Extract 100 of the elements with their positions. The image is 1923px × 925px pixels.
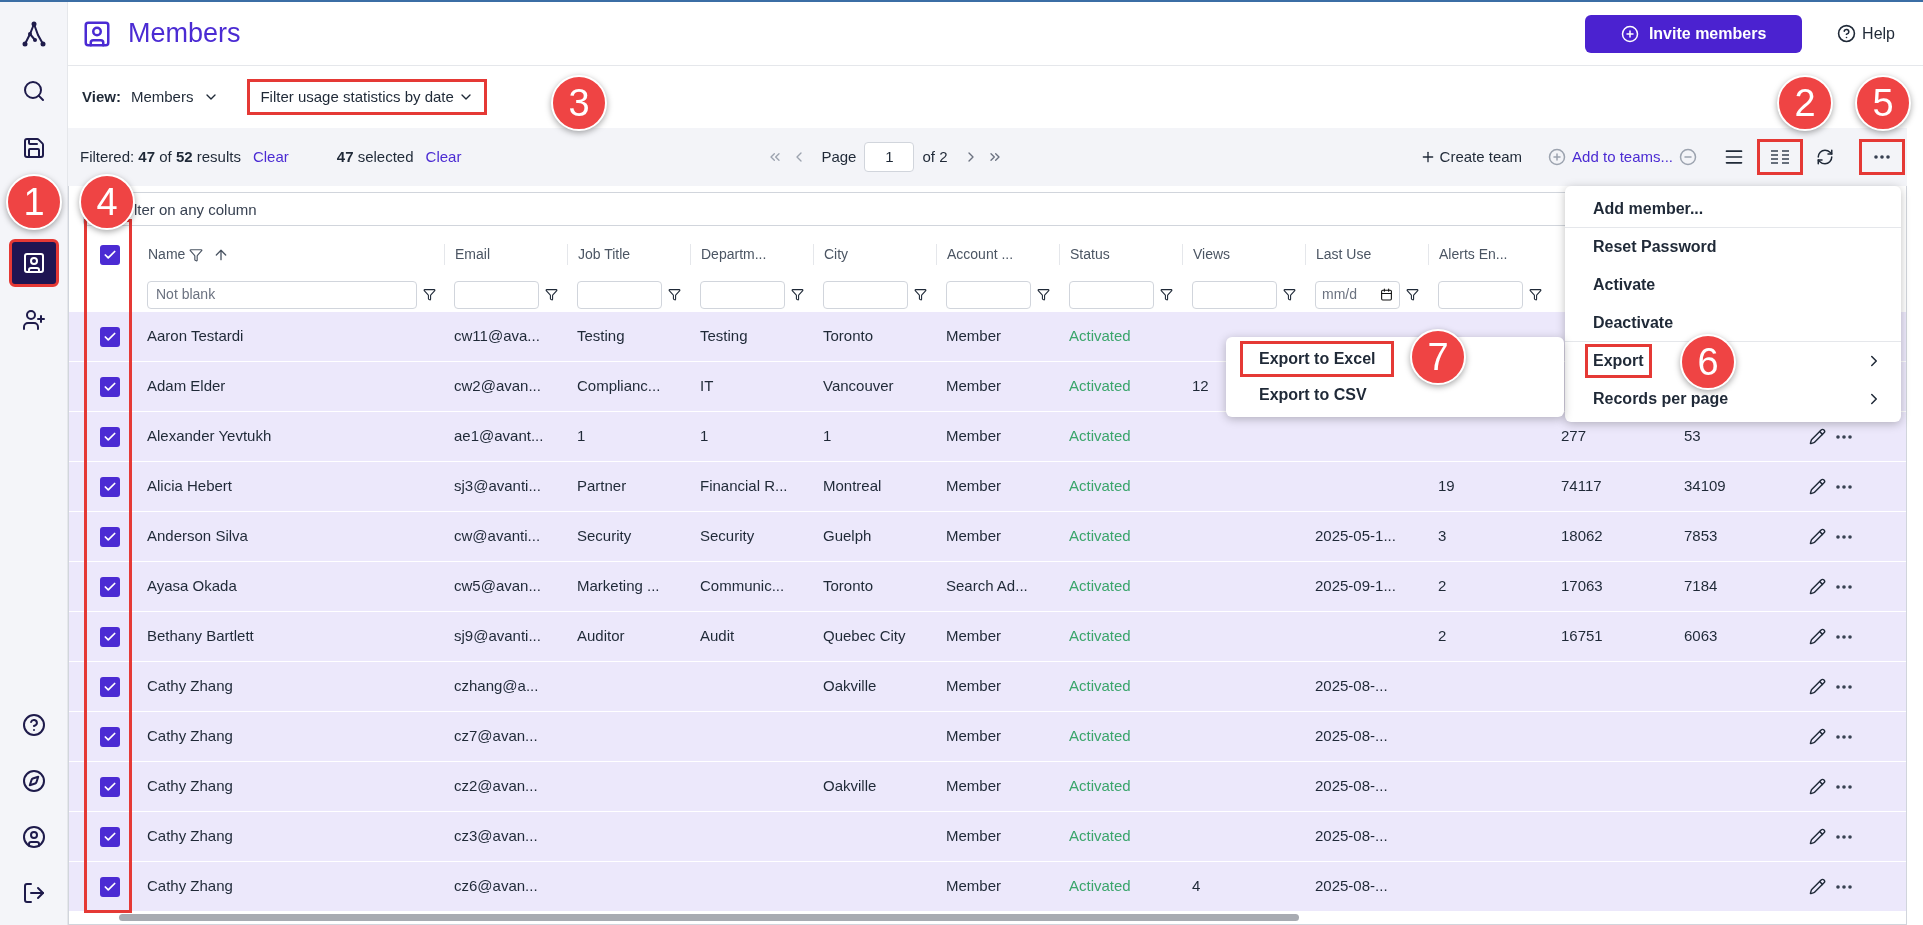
table-cell: Activated [1069, 677, 1131, 695]
column-filter-field[interactable] [1069, 280, 1154, 309]
edit-icon[interactable] [1809, 878, 1826, 895]
menu-item[interactable]: Add member... [1585, 191, 1712, 226]
column-filter-field[interactable] [577, 280, 662, 309]
checkbox[interactable] [100, 676, 120, 697]
checkbox[interactable] [100, 326, 120, 347]
checkbox[interactable] [100, 826, 120, 847]
column-filter-field[interactable]: Not blank [147, 280, 417, 309]
edit-icon[interactable] [1809, 828, 1826, 845]
table-cell: 1 [577, 427, 586, 445]
table-cell: Oakville [823, 777, 877, 795]
calendar-icon [1380, 288, 1393, 301]
edit-icon[interactable] [1809, 778, 1826, 795]
view-dropdown[interactable]: Members [130, 85, 220, 109]
edit-icon[interactable] [1809, 478, 1826, 495]
column-filter-field[interactable] [1192, 280, 1277, 309]
sidebar-item[interactable] [8, 239, 59, 287]
table-cell: Activated [1069, 327, 1131, 345]
edit-icon[interactable] [1809, 728, 1826, 745]
table-cell: Member [946, 677, 1001, 695]
edit-icon[interactable] [1809, 628, 1826, 645]
table-row[interactable]: Ayasa Okada cw5@avan... Marketing ... Communic... Toronto Search Ad... Activated 2025-09-1... 2 17063 7184 [69, 562, 1906, 612]
filter-icon [914, 288, 927, 301]
date-filter-field[interactable]: mm/d [1315, 280, 1400, 309]
column-header[interactable]: Job Title [578, 244, 631, 265]
table-cell: Member [946, 377, 1001, 395]
checkbox[interactable] [100, 726, 120, 747]
help-button[interactable]: Help [1837, 21, 1895, 46]
column-header[interactable]: Name [148, 244, 186, 265]
column-filter-field[interactable] [700, 280, 785, 309]
clear-link[interactable]: Clear [425, 145, 462, 169]
table-row[interactable]: Alexander Yevtukh ae1@avant... 1 1 1 Member Activated 277 53 [69, 412, 1906, 462]
more-icon [1836, 634, 1852, 639]
column-filter-field[interactable] [454, 280, 539, 309]
menu-item[interactable]: Export to CSV [1240, 377, 1386, 413]
filtered-count: Filtered: 47 of 52 results [80, 146, 241, 167]
page-input[interactable]: 1 [864, 142, 915, 172]
menu-item[interactable]: Activate [1585, 268, 1664, 302]
edit-icon[interactable] [1809, 678, 1826, 695]
filter-icon [791, 288, 804, 301]
column-header[interactable]: Alerts En... [1439, 244, 1508, 265]
checkbox[interactable] [100, 244, 120, 265]
table-row[interactable]: Cathy Zhang czhang@a... Oakville Member Activated 2025-08-... [69, 662, 1906, 712]
table-cell: Montreal [823, 477, 882, 495]
columns-button[interactable] [1757, 139, 1803, 175]
more-button[interactable] [1859, 139, 1905, 175]
table-cell: IT [700, 377, 714, 395]
edit-icon[interactable] [1809, 528, 1826, 545]
table-cell: Marketing ... [577, 577, 660, 595]
column-filter-field[interactable] [1438, 280, 1523, 309]
checkbox[interactable] [100, 776, 120, 797]
date-filter-dropdown[interactable]: Filter usage statistics by date [247, 79, 487, 115]
table-cell: Search Ad... [946, 577, 1028, 595]
clear-link[interactable]: Clear [252, 145, 289, 169]
column-header[interactable]: Last Use [1316, 244, 1372, 265]
table-cell: Aaron Testardi [147, 327, 244, 345]
table-cell: Member [946, 427, 1001, 445]
checkbox[interactable] [100, 426, 120, 447]
table-cell: 2025-08-... [1315, 677, 1388, 695]
filter-icon [1160, 288, 1173, 301]
checkbox[interactable] [100, 526, 120, 547]
table-cell: ae1@avant... [454, 427, 544, 445]
checkbox[interactable] [100, 576, 120, 597]
horizontal-scrollbar[interactable] [119, 914, 1299, 921]
table-row[interactable]: Cathy Zhang cz3@avan... Member Activated 2025-08-... [69, 812, 1906, 862]
minus-circle-icon [1679, 148, 1697, 166]
column-filter-field[interactable] [946, 280, 1031, 309]
column-header[interactable]: Email [455, 244, 490, 265]
table-row[interactable]: Anderson Silva cw@avanti... Security Security Guelph Member Activated 2025-05-1... 3 18062 7853 [69, 512, 1906, 562]
menu-item[interactable]: Export [1585, 344, 1652, 378]
table-cell: Guelph [823, 527, 872, 545]
checkbox[interactable] [100, 876, 120, 897]
checkbox[interactable] [100, 376, 120, 397]
table-cell: Toronto [823, 327, 874, 345]
menu-item[interactable]: Export to Excel [1240, 341, 1395, 377]
table-row[interactable]: Alicia Hebert sj3@avanti... Partner Financial R... Montreal Member Activated 19 74117 34109 [69, 462, 1906, 512]
column-header[interactable]: Status [1070, 244, 1110, 265]
checkbox[interactable] [100, 626, 120, 647]
table-cell: Cathy Zhang [147, 827, 233, 845]
table-cell: cz6@avan... [454, 877, 538, 895]
add-to-teams-button[interactable]: Add to teams... [1548, 145, 1673, 169]
menu-item[interactable]: Reset Password [1585, 230, 1725, 264]
invite-members-button[interactable]: Invite members [1585, 14, 1803, 53]
create-team-button[interactable]: Create team [1419, 145, 1523, 169]
table-row[interactable]: Cathy Zhang cz7@avan... Member Activated 2025-08-... [69, 712, 1906, 762]
edit-icon[interactable] [1809, 578, 1826, 595]
page-label: Page [821, 146, 857, 167]
column-header[interactable]: Departm... [701, 244, 767, 265]
table-row[interactable]: Bethany Bartlett sj9@avanti... Auditor Audit Quebec City Member Activated 2 16751 6063 [69, 612, 1906, 662]
edit-icon[interactable] [1809, 428, 1826, 445]
table-row[interactable]: Cathy Zhang cz6@avan... Member Activated 4 2025-08-... [69, 862, 1906, 912]
column-header[interactable]: City [824, 244, 849, 265]
column-filter-field[interactable] [823, 280, 908, 309]
checkbox[interactable] [100, 476, 120, 497]
column-header[interactable]: Views [1193, 244, 1231, 265]
table-row[interactable]: Cathy Zhang cz2@avan... Oakville Member Activated 2025-08-... [69, 762, 1906, 812]
table-cell: 7853 [1684, 527, 1718, 545]
table-cell: 16751 [1561, 627, 1603, 645]
column-header[interactable]: Account ... [947, 244, 1014, 265]
